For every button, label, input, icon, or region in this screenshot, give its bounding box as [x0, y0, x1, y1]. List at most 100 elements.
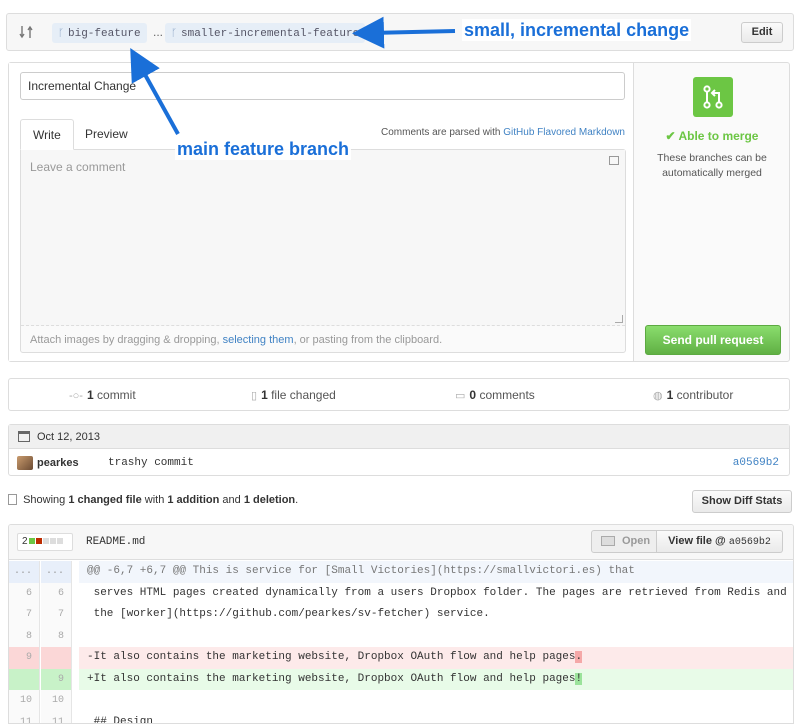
tab-preview[interactable]: Preview — [73, 119, 140, 150]
diff-line: 88 — [9, 625, 793, 647]
diff-code-text — [87, 694, 94, 706]
new-line-number[interactable]: 7 — [41, 604, 72, 626]
diff-code-text: serves HTML pages created dynamically fr… — [87, 586, 787, 599]
diff-word-highlight: ! — [575, 672, 583, 685]
comment-placeholder: Leave a comment — [30, 160, 126, 174]
new-line-number[interactable]: 10 — [41, 690, 72, 712]
diff-table: ...... @@ -6,7 +6,7 @@ This is service fo… — [9, 561, 793, 724]
old-line-number[interactable]: ... — [9, 561, 40, 583]
comment-box: Leave a comment Attach images by draggin… — [20, 149, 626, 353]
head-branch-selector[interactable]: ᚴ smaller-incremental-feature — [165, 23, 366, 43]
merge-icon — [693, 77, 733, 117]
pr-title-input[interactable] — [20, 72, 625, 100]
file-diff-icon: ▯ — [251, 390, 258, 402]
diffstat-badge: 2 — [17, 533, 73, 551]
tab-write[interactable]: Write — [20, 119, 74, 150]
commits-label: commit — [97, 388, 136, 402]
diff-code: +It also contains the marketing website,… — [79, 668, 793, 690]
commit-author[interactable]: pearkes — [37, 457, 79, 469]
markdown-note: Comments are parsed with GitHub Flavored… — [381, 127, 625, 138]
diffstat-neutral-block — [42, 538, 49, 544]
old-line-number[interactable]: 10 — [9, 690, 40, 712]
summary-additions: 1 addition — [167, 494, 220, 506]
commits-count: 1 — [86, 388, 94, 402]
diff-line: 9 +It also contains the marketing website… — [9, 668, 793, 690]
show-diff-stats-button[interactable]: Show Diff Stats — [692, 490, 792, 513]
diff-line: 9 -It also contains the marketing website… — [9, 647, 793, 669]
comment-textarea[interactable]: Leave a comment — [21, 150, 625, 326]
merge-status-text: Able to merge — [678, 129, 759, 143]
contributors-label: contributor — [676, 388, 734, 402]
edit-button[interactable]: Edit — [741, 22, 783, 43]
files-count: 1 — [261, 388, 268, 402]
new-line-number[interactable]: ... — [41, 561, 72, 583]
summary-changed-files: 1 changed file — [68, 494, 142, 506]
old-line-number[interactable]: 9 — [9, 647, 40, 669]
pull-request-form: Write Preview Comments are parsed with G… — [8, 62, 790, 362]
diffstat-count: 2 — [22, 536, 28, 547]
commit-icon: -○- — [69, 390, 83, 402]
diff-code-text: the [worker](https://github.com/pearkes/… — [87, 608, 490, 620]
summary-and: and — [222, 494, 241, 506]
markdown-help-link[interactable]: GitHub Flavored Markdown — [503, 127, 625, 138]
diff-code: -It also contains the marketing website,… — [79, 647, 793, 669]
merge-sidebar: ✔ Able to merge These branches can be au… — [635, 63, 789, 361]
summary-deletions: 1 deletion — [243, 494, 296, 506]
diffstat-neutral-block — [49, 538, 56, 544]
diff-code: @@ -6,7 +6,7 @@ This is service for [Sma… — [79, 561, 793, 583]
new-line-number[interactable] — [41, 647, 72, 669]
send-pull-request-button[interactable]: Send pull request — [645, 325, 781, 355]
resize-handle-icon[interactable] — [615, 315, 623, 323]
summary-prefix: Showing — [23, 494, 66, 506]
diff-code-text — [87, 630, 94, 642]
old-line-number[interactable]: 6 — [9, 582, 40, 604]
contributors-stat[interactable]: ◍ 1 contributor — [653, 388, 733, 402]
commit-sha-link[interactable]: a0569b2 — [733, 457, 779, 469]
diffstat-neutral-block — [56, 538, 63, 544]
new-line-number[interactable]: 6 — [41, 582, 72, 604]
old-line-number[interactable]: 7 — [9, 604, 40, 626]
fullscreen-icon[interactable] — [609, 156, 619, 165]
diff-code-text: +It also contains the marketing website,… — [87, 672, 576, 685]
commits-stat[interactable]: -○- 1 commit — [69, 388, 136, 402]
view-file-label: View file @ — [668, 535, 726, 547]
diff-code-text: -It also contains the marketing website,… — [87, 651, 576, 663]
comments-count: 0 — [469, 388, 477, 402]
monitor-icon — [601, 536, 615, 546]
commit-message[interactable]: trashy commit — [108, 457, 194, 469]
open-in-desktop-button[interactable]: Open — [591, 530, 657, 553]
annotation-head-branch: small, incremental change — [462, 19, 692, 41]
new-line-number[interactable]: 9 — [41, 668, 72, 690]
diffstat-add-block — [28, 538, 35, 544]
commits-list: Oct 12, 2013 pearkes trashy commit a0569… — [8, 424, 790, 476]
diff-word-highlight: . — [575, 651, 583, 663]
diff-code-text: @@ -6,7 +6,7 @@ This is service for [Sma… — [87, 565, 635, 577]
new-line-number[interactable]: 8 — [41, 625, 72, 647]
file-name[interactable]: README.md — [86, 536, 145, 548]
files-stat[interactable]: ▯ 1 file changed — [251, 388, 336, 402]
annotation-base-branch: main feature branch — [175, 138, 352, 160]
diffstat-del-block — [35, 538, 42, 544]
file-diff-icon — [8, 494, 17, 505]
old-line-number[interactable]: 11 — [9, 711, 40, 723]
attach-prefix: Attach images by dragging & dropping, — [30, 334, 220, 346]
select-files-link[interactable]: selecting them — [223, 334, 294, 346]
swap-branches-icon[interactable] — [19, 25, 35, 39]
base-branch-selector[interactable]: ᚴ big-feature — [52, 23, 147, 43]
diff-code: the [worker](https://github.com/pearkes/… — [79, 604, 793, 626]
new-line-number[interactable]: 11 — [41, 711, 72, 723]
old-line-number[interactable]: 8 — [9, 625, 40, 647]
old-line-number[interactable] — [9, 668, 40, 690]
avatar[interactable] — [17, 456, 33, 470]
diff-line: 66 serves HTML pages created dynamically… — [9, 582, 793, 605]
diff-code: serves HTML pages created dynamically fr… — [79, 583, 793, 605]
diff-line: 11 11 ## Design — [9, 711, 793, 724]
comments-stat[interactable]: ▭ 0 comments — [455, 388, 535, 402]
open-label: Open — [622, 535, 651, 547]
merge-description: These branches can be automatically merg… — [657, 152, 767, 179]
diff-code: ## Design — [79, 712, 793, 724]
view-file-button[interactable]: View file @ a0569b2 — [657, 530, 783, 553]
checkmark-icon: ✔ — [665, 129, 676, 143]
attach-suffix: , or pasting from the clipboard. — [293, 334, 443, 346]
base-branch-name: big-feature — [68, 28, 141, 40]
